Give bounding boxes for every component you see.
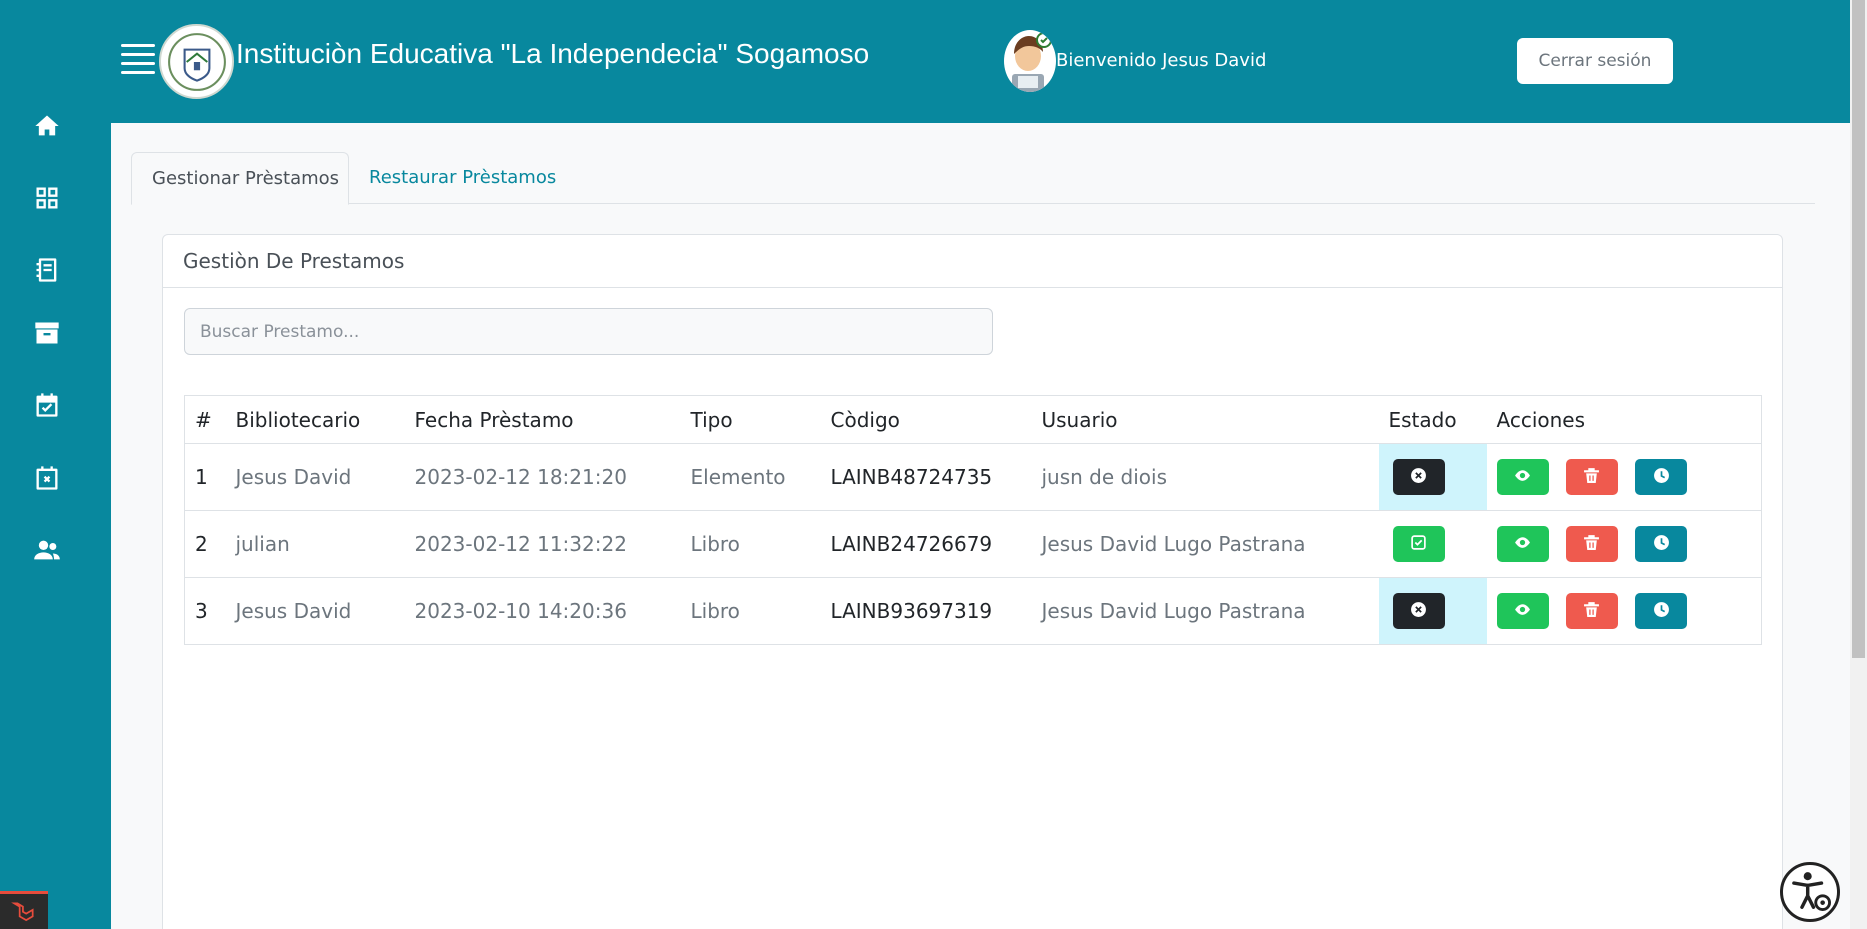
status-pending-button[interactable] xyxy=(1392,459,1445,495)
cell-codigo: LAINB24726679 xyxy=(820,510,1032,578)
page-scrollbar[interactable] xyxy=(1850,0,1867,929)
scrollbar-thumb[interactable] xyxy=(1852,0,1865,658)
calendar-check-icon[interactable] xyxy=(31,389,63,421)
view-button[interactable] xyxy=(1496,593,1549,629)
status-pending-button[interactable] xyxy=(1392,593,1445,629)
cell-estado xyxy=(1378,510,1487,578)
cell-usuario: jusn de diois xyxy=(1031,443,1379,511)
cell-number: 1 xyxy=(184,443,226,511)
cell-acciones xyxy=(1486,577,1762,645)
search-input[interactable] xyxy=(184,308,993,355)
app-title: Instituciòn Educativa "La Independecia" … xyxy=(236,38,870,69)
cell-tipo: Libro xyxy=(680,510,821,578)
cell-bibliotecario: Jesus David xyxy=(225,577,405,645)
x-circle-icon xyxy=(1410,467,1427,487)
sidebar xyxy=(0,0,111,929)
cell-codigo: LAINB48724735 xyxy=(820,443,1032,511)
cell-acciones xyxy=(1486,510,1762,578)
cell-fecha: 2023-02-12 11:32:22 xyxy=(404,510,681,578)
loans-table: # Bibliotecario Fecha Prèstamo Tipo Còdi… xyxy=(184,395,1762,645)
status-returned-button[interactable] xyxy=(1392,526,1445,562)
cell-number: 2 xyxy=(184,510,226,578)
view-button[interactable] xyxy=(1496,459,1549,495)
accessibility-widget-button[interactable] xyxy=(1780,862,1840,922)
eye-icon xyxy=(1514,601,1531,621)
cell-acciones xyxy=(1486,443,1762,511)
calendar-x-icon[interactable] xyxy=(31,462,63,494)
col-header-estado: Estado xyxy=(1378,395,1487,444)
cell-estado xyxy=(1378,443,1487,511)
tab-gestionar-prestamos[interactable]: Gestionar Prèstamos xyxy=(131,152,349,205)
users-icon[interactable] xyxy=(31,534,63,566)
school-logo xyxy=(159,24,234,99)
history-button[interactable] xyxy=(1635,526,1688,562)
cell-tipo: Elemento xyxy=(680,443,821,511)
trash-icon xyxy=(1583,534,1600,554)
user-avatar xyxy=(1004,30,1056,92)
table-row: 1 Jesus David 2023-02-12 18:21:20 Elemen… xyxy=(184,443,1762,511)
table-row: 3 Jesus David 2023-02-10 14:20:36 Libro … xyxy=(184,577,1762,645)
home-icon[interactable] xyxy=(31,110,63,142)
card-title: Gestiòn De Prestamos xyxy=(163,235,1782,288)
clock-icon xyxy=(1653,601,1670,621)
cell-number: 3 xyxy=(184,577,226,645)
cell-estado xyxy=(1378,577,1487,645)
archive-icon[interactable] xyxy=(31,317,63,349)
laravel-logo-icon xyxy=(0,891,48,929)
clock-icon xyxy=(1653,534,1670,554)
view-button[interactable] xyxy=(1496,526,1549,562)
menu-toggle-icon[interactable] xyxy=(121,44,155,74)
cell-codigo: LAINB93697319 xyxy=(820,577,1032,645)
logout-button[interactable]: Cerrar sesión xyxy=(1517,38,1673,84)
table-header-row: # Bibliotecario Fecha Prèstamo Tipo Còdi… xyxy=(184,395,1762,444)
trash-icon xyxy=(1583,601,1600,621)
tab-bar: Gestionar Prèstamos Restaurar Prèstamos xyxy=(131,152,1815,205)
eye-icon xyxy=(1514,534,1531,554)
cell-usuario: Jesus David Lugo Pastrana xyxy=(1031,510,1379,578)
history-button[interactable] xyxy=(1635,593,1688,629)
x-circle-icon xyxy=(1410,601,1427,621)
col-header-usuario: Usuario xyxy=(1031,395,1379,444)
notebook-icon[interactable] xyxy=(31,254,63,286)
col-header-number: # xyxy=(184,395,226,444)
delete-button[interactable] xyxy=(1565,593,1618,629)
table-row: 2 julian 2023-02-12 11:32:22 Libro LAINB… xyxy=(184,510,1762,578)
eye-icon xyxy=(1514,467,1531,487)
tab-restaurar-prestamos[interactable]: Restaurar Prèstamos xyxy=(349,152,576,205)
col-header-fecha: Fecha Prèstamo xyxy=(404,395,681,444)
accessibility-icon xyxy=(1787,867,1833,917)
history-button[interactable] xyxy=(1635,459,1688,495)
delete-button[interactable] xyxy=(1565,459,1618,495)
welcome-text: Bienvenido Jesus David xyxy=(1056,50,1267,71)
grid-icon[interactable] xyxy=(31,182,63,214)
cell-usuario: Jesus David Lugo Pastrana xyxy=(1031,577,1379,645)
col-header-tipo: Tipo xyxy=(680,395,821,444)
cell-bibliotecario: Jesus David xyxy=(225,443,405,511)
col-header-bibliotecario: Bibliotecario xyxy=(225,395,405,444)
trash-icon xyxy=(1583,467,1600,487)
check-square-icon xyxy=(1410,534,1427,554)
cell-fecha: 2023-02-10 14:20:36 xyxy=(404,577,681,645)
cell-fecha: 2023-02-12 18:21:20 xyxy=(404,443,681,511)
cell-tipo: Libro xyxy=(680,577,821,645)
delete-button[interactable] xyxy=(1565,526,1618,562)
col-header-codigo: Còdigo xyxy=(820,395,1032,444)
cell-bibliotecario: julian xyxy=(225,510,405,578)
top-header: Instituciòn Educativa "La Independecia" … xyxy=(111,0,1850,123)
loans-card: Gestiòn De Prestamos # Bibliotecario Fec… xyxy=(162,234,1783,929)
clock-icon xyxy=(1653,467,1670,487)
col-header-acciones: Acciones xyxy=(1486,395,1762,444)
